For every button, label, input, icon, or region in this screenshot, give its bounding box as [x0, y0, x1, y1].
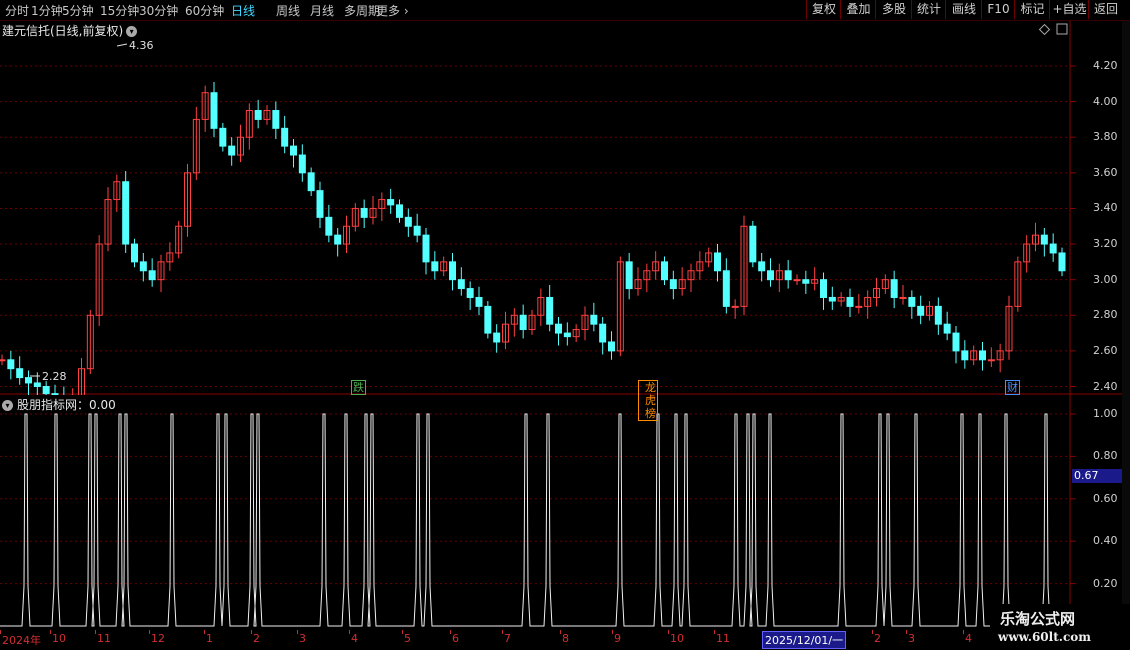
period-tab-3[interactable]: 15分钟 [100, 2, 139, 19]
candle [122, 171, 130, 253]
indicator-title: ▾ 股朋指标网：0.00 [2, 396, 116, 413]
date-tick-label: 11 [97, 632, 111, 645]
period-tab-10[interactable]: 更多 › [376, 2, 409, 19]
date-tick [502, 630, 503, 634]
event-tag[interactable]: 龙虎榜 [638, 380, 658, 421]
indicator-tick-label: 0.20 [1093, 576, 1118, 590]
date-tick-label: 3 [908, 632, 915, 645]
period-tab-1[interactable]: 1分钟 [31, 2, 63, 19]
date-axis: 2024年 10 11 12 1 2 3 4 5 6 7 8 9 10 11 2 3 4 2025/12/01/一 [0, 630, 1130, 650]
period-tab-0[interactable]: 分时 [5, 2, 29, 19]
date-tick [50, 630, 51, 634]
indicator-tick-label: 0.80 [1093, 449, 1118, 463]
date-tick-label: 12 [151, 632, 165, 645]
indicator-tick-label: 0.60 [1093, 491, 1118, 505]
date-tick-label: 9 [614, 632, 621, 645]
date-tick-label: 10 [670, 632, 684, 645]
price-chart[interactable] [0, 21, 1130, 395]
date-tick [95, 630, 96, 634]
watermark-title: 乐淘公式网 [1000, 610, 1076, 628]
period-tab-9[interactable]: 多周期 [344, 2, 380, 19]
cursor-date-badge: 2025/12/01/一 [762, 631, 847, 649]
date-tick [251, 630, 252, 634]
stock-title: 建元信托(日线,前复权) ▾ [2, 22, 138, 39]
period-tab-6[interactable]: 日线 [231, 2, 255, 19]
indicator-tick-label: 1.00 [1093, 407, 1118, 420]
price-tick-label: 4.20 [1093, 59, 1118, 72]
date-tick [612, 630, 613, 634]
date-tick [149, 630, 150, 634]
date-tick-label: 11 [716, 632, 730, 645]
date-tick [906, 630, 907, 634]
date-tick-label: 7 [504, 632, 511, 645]
watermark: 乐淘公式网 www.60lt.com [990, 604, 1130, 650]
date-tick-label: 4 [351, 632, 358, 645]
date-tick [297, 630, 298, 634]
period-tab-8[interactable]: 月线 [310, 2, 334, 19]
date-tick-label: 5 [404, 632, 411, 645]
date-tick-label: 2 [874, 632, 881, 645]
date-tick-label: 6 [452, 632, 459, 645]
price-tick-label: 2.40 [1093, 379, 1118, 393]
candle [749, 220, 757, 268]
stock-title-text: 建元信托(日线,前复权) [2, 24, 124, 38]
date-tick-label: 4 [965, 632, 972, 645]
chevron-down-icon[interactable]: ▾ [2, 400, 13, 411]
watermark-url: www.60lt.com [998, 630, 1091, 644]
action-button-0[interactable]: 复权 [806, 0, 841, 19]
candle [484, 301, 492, 339]
period-tab-7[interactable]: 周线 [276, 2, 300, 19]
action-button-1[interactable]: 叠加 [840, 0, 876, 19]
period-tab-2[interactable]: 5分钟 [62, 2, 94, 19]
date-tick [349, 630, 350, 634]
high-price-label: 4.36 [129, 39, 154, 52]
indicator-chart[interactable] [0, 395, 1130, 630]
action-button-4[interactable]: 画线 [945, 0, 982, 19]
date-tick [204, 630, 205, 634]
date-tick-label: 1 [206, 632, 213, 645]
low-price-label: 2.28 [42, 370, 67, 383]
right-scroll-strip[interactable] [1122, 21, 1130, 630]
price-tick-label: 2.60 [1093, 343, 1118, 357]
date-tick [450, 630, 451, 634]
current-value-badge: 0.67 [1072, 469, 1124, 483]
period-tab-4[interactable]: 30分钟 [139, 2, 178, 19]
indicator-title-text: 股朋指标网：0.00 [17, 398, 116, 412]
period-tab-5[interactable]: 60分钟 [185, 2, 224, 19]
price-tick-label: 3.80 [1093, 130, 1118, 144]
date-tick-label: 8 [562, 632, 569, 645]
date-tick [668, 630, 669, 634]
action-button-5[interactable]: F10 [981, 0, 1015, 19]
action-button-8[interactable]: 返回 [1088, 0, 1123, 19]
period-toolbar: 分时 1分钟 5分钟 15分钟 30分钟 60分钟 日线 周线 月线 多周期 更多 › 复权 叠加 多股… [0, 0, 1130, 21]
chevron-down-icon[interactable]: ▾ [126, 26, 138, 37]
action-button-7[interactable]: +自选 [1049, 0, 1089, 19]
date-tick [714, 630, 715, 634]
action-button-6[interactable]: 标记 [1014, 0, 1050, 19]
date-tick [560, 630, 561, 634]
action-button-2[interactable]: 多股 [875, 0, 912, 19]
price-tick-label: 3.20 [1093, 237, 1118, 251]
date-tick [402, 630, 403, 634]
date-tick-label: 10 [52, 632, 66, 645]
indicator-tick-label: 0.40 [1093, 534, 1118, 548]
price-tick-label: 3.40 [1093, 201, 1118, 215]
price-tick-label: 3.00 [1093, 272, 1118, 286]
event-tag[interactable]: 跌 [351, 380, 366, 395]
date-tick [963, 630, 964, 634]
date-tick-label: 2024年 [2, 634, 41, 647]
action-button-3[interactable]: 统计 [911, 0, 946, 19]
event-tag[interactable]: 财 [1005, 380, 1020, 395]
price-tick-label: 4.00 [1093, 94, 1118, 108]
date-tick-label: 3 [299, 632, 306, 645]
date-tick [0, 630, 1, 634]
price-tick-label: 2.80 [1093, 308, 1118, 322]
price-tick-label: 3.60 [1093, 165, 1118, 179]
date-tick [872, 630, 873, 634]
date-tick-label: 2 [253, 632, 260, 645]
